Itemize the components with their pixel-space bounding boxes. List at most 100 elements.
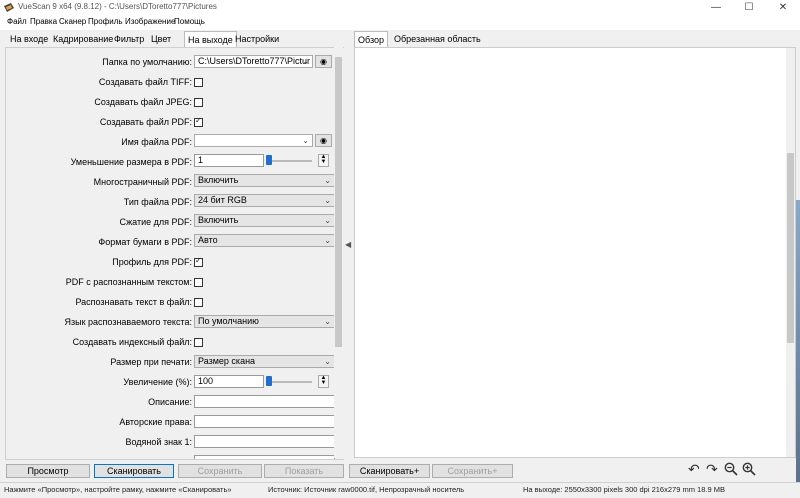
print-size-select[interactable]: Размер скана ⌄ (194, 355, 335, 368)
create-tiff-checkbox[interactable] (194, 78, 203, 87)
pdf-type-value: 24 бит RGB (198, 195, 247, 205)
right-scrollbar-thumb[interactable] (787, 153, 794, 343)
default-folder-label: Папка по умолчанию: (102, 57, 192, 67)
ocr-to-file-label: Распознавать текст в файл: (75, 297, 192, 307)
pdf-reduce-label: Уменьшение размера в PDF: (70, 157, 192, 167)
zoom-out-icon[interactable] (724, 462, 738, 479)
magnification-slider-track[interactable] (268, 381, 312, 383)
menu-image[interactable]: Изображение (125, 17, 175, 26)
create-jpeg-checkbox[interactable] (194, 98, 203, 107)
pdf-paper-label: Формат бумаги в PDF: (98, 237, 192, 247)
browse-pdf-button[interactable]: ◉ (315, 134, 332, 147)
print-size-label: Размер при печати: (110, 357, 192, 367)
pdf-type-select[interactable]: 24 бит RGB ⌄ (194, 194, 335, 207)
pdf-reduce-spinner[interactable]: ▲ ▼ (318, 154, 329, 167)
pdf-paper-value: Авто (198, 235, 218, 245)
tab-cropped-area[interactable]: Обрезанная область (391, 33, 484, 46)
tab-settings[interactable]: Настройки (232, 33, 282, 46)
status-bar: Нажмите «Просмотр», настройте рамку, наж… (0, 482, 800, 498)
menu-bar: Файл Правка Сканер Профиль Изображение П… (0, 16, 800, 30)
left-scrollbar[interactable] (334, 47, 343, 458)
tab-output[interactable]: На выходе (184, 31, 237, 48)
create-jpeg-label: Создавать файл JPEG: (94, 97, 192, 107)
description-label: Описание: (148, 397, 192, 407)
pdf-profile-checkbox[interactable] (194, 256, 203, 267)
default-folder-value: C:\Users\DToretto777\Pictur (198, 56, 311, 66)
pdf-reduce-value: 1 (198, 155, 204, 165)
chevron-down-icon: ⌄ (324, 357, 331, 366)
tab-crop[interactable]: Кадрирование (50, 33, 116, 46)
next-row-input-partial[interactable] (194, 455, 335, 459)
scan-plus-button[interactable]: Сканировать+ (349, 464, 430, 478)
menu-file[interactable]: Файл (7, 17, 27, 26)
description-input[interactable] (194, 395, 335, 408)
menu-edit[interactable]: Правка (30, 17, 57, 26)
preview-area[interactable] (354, 47, 796, 458)
tab-preview[interactable]: Обзор (354, 31, 388, 48)
tab-input[interactable]: На входе (7, 33, 51, 46)
right-scrollbar[interactable] (786, 48, 795, 457)
magnification-value: 100 (198, 376, 214, 386)
ocr-to-file-checkbox[interactable] (194, 298, 203, 307)
create-pdf-label: Создавать файл PDF: (99, 117, 192, 127)
show-button[interactable]: Показать (264, 464, 344, 478)
tab-filter[interactable]: Фильтр (111, 33, 147, 46)
copyright-label: Авторские права: (119, 417, 192, 427)
maximize-button[interactable]: ☐ (738, 0, 760, 16)
ocr-language-value: По умолчанию (198, 316, 259, 326)
browse-icon: ◉ (320, 136, 327, 145)
watermark-input[interactable] (194, 435, 335, 448)
browse-icon: ◉ (320, 57, 327, 66)
browse-folder-button[interactable]: ◉ (315, 55, 332, 68)
pdf-compression-select[interactable]: Включить ⌄ (194, 214, 335, 227)
pdf-compression-label: Сжатие для PDF: (119, 217, 192, 227)
index-file-checkbox[interactable] (194, 338, 203, 347)
default-folder-select[interactable]: C:\Users\DToretto777\Pictur ⌄ (194, 55, 313, 68)
pdf-reduce-input[interactable]: 1 (194, 154, 264, 167)
pdf-filename-select[interactable]: ⌄ (194, 134, 313, 147)
multipage-pdf-value: Включить (198, 175, 239, 185)
status-output: На выходе: 2550x3300 pixels 300 dpi 216x… (523, 485, 725, 494)
chevron-down-icon: ⌄ (302, 136, 309, 145)
magnification-spinner[interactable]: ▲ ▼ (318, 375, 329, 388)
tab-color[interactable]: Цвет (148, 33, 174, 46)
pdf-reduce-slider-track[interactable] (268, 160, 312, 162)
save-button[interactable]: Сохранить (178, 464, 262, 478)
multipage-pdf-label: Многостраничный PDF: (93, 177, 192, 187)
zoom-in-icon[interactable] (742, 462, 756, 479)
save-plus-button[interactable]: Сохранить+ (432, 464, 513, 478)
ocr-language-select[interactable]: По умолчанию ⌄ (194, 315, 335, 328)
multipage-pdf-select[interactable]: Включить ⌄ (194, 174, 335, 187)
pdf-paper-select[interactable]: Авто ⌄ (194, 234, 335, 247)
watermark-label: Водяной знак 1: (125, 437, 193, 447)
menu-help[interactable]: Помощь (174, 17, 205, 26)
close-button[interactable]: ✕ (772, 0, 794, 16)
rotate-right-icon[interactable]: ↷ (706, 461, 718, 478)
create-tiff-label: Создавать файл TIFF: (98, 77, 192, 87)
output-settings-panel: Папка по умолчанию: C:\Users\DToretto777… (5, 47, 344, 460)
rotate-left-icon[interactable]: ↶ (688, 461, 700, 478)
magnification-input[interactable]: 100 (194, 375, 264, 388)
pdf-reduce-slider-thumb[interactable] (266, 155, 272, 165)
menu-scanner[interactable]: Сканер (59, 17, 86, 26)
pdf-ocr-label: PDF с распознанным текстом: (65, 277, 192, 287)
status-source: Источник: Источник raw0000.tif, Непрозра… (268, 485, 465, 494)
index-file-label: Создавать индексный файл: (72, 337, 192, 347)
desktop-background-strip (796, 200, 800, 490)
scan-button[interactable]: Сканировать (94, 464, 174, 478)
pdf-ocr-checkbox[interactable] (194, 278, 203, 287)
create-pdf-checkbox[interactable] (194, 116, 203, 127)
minimize-button[interactable]: — (705, 0, 727, 16)
title-bar: VueScan 9 x64 (9.8.12) - C:\Users\DToret… (0, 0, 800, 16)
collapse-arrow-icon[interactable]: ◀ (345, 240, 351, 249)
preview-button[interactable]: Просмотр (6, 464, 90, 478)
pdf-compression-value: Включить (198, 215, 239, 225)
window-title: VueScan 9 x64 (9.8.12) - C:\Users\DToret… (18, 2, 217, 11)
chevron-down-icon: ⌄ (324, 196, 331, 205)
copyright-input[interactable] (194, 415, 335, 428)
menu-profile[interactable]: Профиль (88, 17, 123, 26)
ocr-language-label: Язык распознаваемого текста: (64, 317, 193, 327)
pdf-filename-label: Имя файла PDF: (121, 137, 192, 147)
magnification-slider-thumb[interactable] (266, 376, 272, 386)
left-scrollbar-thumb[interactable] (335, 57, 342, 347)
